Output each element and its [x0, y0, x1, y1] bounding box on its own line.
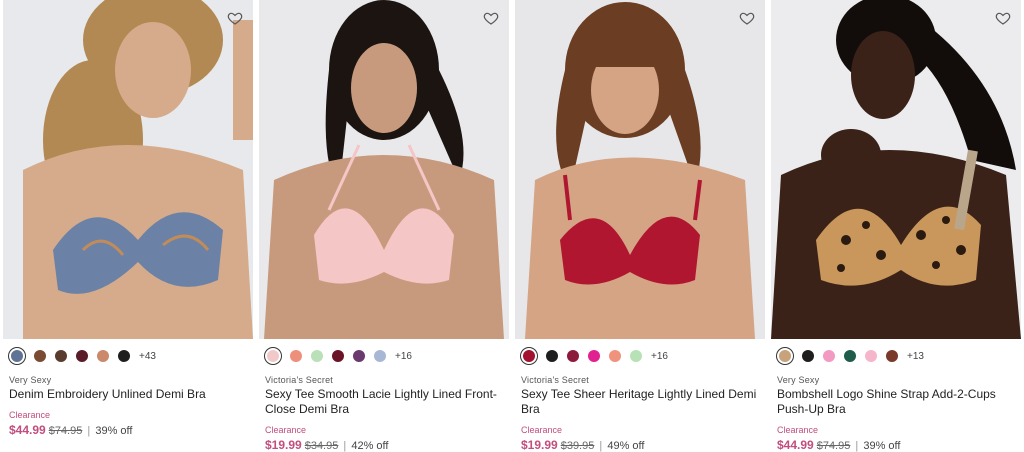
- color-swatch[interactable]: [802, 350, 814, 362]
- product-grid: +43 Very Sexy Denim Embroidery Unlined D…: [0, 0, 1024, 452]
- discount-label: 49% off: [607, 440, 645, 452]
- discount-label: 39% off: [863, 440, 901, 452]
- price-row: $19.99 $34.95 | 42% off: [265, 438, 509, 452]
- product-name[interactable]: Bombshell Logo Shine Strap Add-2-Cups Pu…: [777, 387, 1017, 417]
- price-row: $44.99 $74.95 | 39% off: [9, 423, 253, 437]
- price-separator: |: [84, 425, 94, 437]
- original-price: $74.95: [48, 425, 83, 437]
- more-colors-link[interactable]: +13: [907, 351, 924, 362]
- color-swatches: +16: [259, 341, 509, 371]
- sale-status: Clearance: [9, 410, 51, 420]
- color-swatch[interactable]: [630, 350, 642, 362]
- product-brand: Very Sexy: [777, 375, 820, 385]
- more-colors-link[interactable]: +43: [139, 351, 156, 362]
- more-colors-link[interactable]: +16: [395, 351, 412, 362]
- color-swatch[interactable]: [886, 350, 898, 362]
- color-swatch[interactable]: [865, 350, 877, 362]
- color-swatch[interactable]: [34, 350, 46, 362]
- color-swatch[interactable]: [374, 350, 386, 362]
- product-name[interactable]: Sexy Tee Sheer Heritage Lightly Lined De…: [521, 387, 761, 417]
- product-brand: Victoria's Secret: [521, 375, 589, 385]
- price-separator: |: [852, 440, 862, 452]
- color-swatch[interactable]: [11, 350, 23, 362]
- price-row: $44.99 $74.95 | 39% off: [777, 438, 1021, 452]
- color-swatches: +16: [515, 341, 765, 371]
- product-image[interactable]: [771, 0, 1021, 339]
- sale-price: $19.99: [521, 438, 558, 452]
- color-swatch[interactable]: [290, 350, 302, 362]
- price-separator: |: [596, 440, 606, 452]
- color-swatch[interactable]: [823, 350, 835, 362]
- product-card[interactable]: +43 Very Sexy Denim Embroidery Unlined D…: [0, 0, 256, 444]
- product-brand: Victoria's Secret: [265, 375, 333, 385]
- product-card[interactable]: +16 Victoria's Secret Sexy Tee Smooth La…: [256, 0, 512, 452]
- heart-outline-icon[interactable]: [739, 10, 755, 26]
- product-image[interactable]: [259, 0, 509, 339]
- sale-status: Clearance: [777, 425, 819, 435]
- sale-price: $44.99: [777, 438, 814, 452]
- original-price: $39.95: [560, 440, 595, 452]
- discount-label: 42% off: [351, 440, 389, 452]
- color-swatch[interactable]: [588, 350, 600, 362]
- product-name[interactable]: Denim Embroidery Unlined Demi Bra: [9, 387, 249, 402]
- color-swatches: +13: [771, 341, 1021, 371]
- original-price: $74.95: [816, 440, 851, 452]
- discount-label: 39% off: [95, 425, 133, 437]
- original-price: $34.95: [304, 440, 339, 452]
- color-swatch[interactable]: [353, 350, 365, 362]
- product-image[interactable]: [3, 0, 253, 339]
- product-name[interactable]: Sexy Tee Smooth Lacie Lightly Lined Fron…: [265, 387, 505, 417]
- color-swatch[interactable]: [55, 350, 67, 362]
- price-row: $19.99 $39.95 | 49% off: [521, 438, 765, 452]
- color-swatch[interactable]: [609, 350, 621, 362]
- product-image[interactable]: [515, 0, 765, 339]
- sale-status: Clearance: [521, 425, 563, 435]
- heart-outline-icon[interactable]: [483, 10, 499, 26]
- color-swatch[interactable]: [118, 350, 130, 362]
- product-card[interactable]: +13 Very Sexy Bombshell Logo Shine Strap…: [768, 0, 1024, 452]
- color-swatch[interactable]: [844, 350, 856, 362]
- color-swatch[interactable]: [523, 350, 535, 362]
- price-separator: |: [340, 440, 350, 452]
- color-swatch[interactable]: [76, 350, 88, 362]
- product-brand: Very Sexy: [9, 375, 52, 385]
- color-swatch[interactable]: [267, 350, 279, 362]
- sale-price: $44.99: [9, 423, 46, 437]
- color-swatch[interactable]: [779, 350, 791, 362]
- color-swatches: +43: [3, 341, 253, 371]
- heart-outline-icon[interactable]: [995, 10, 1011, 26]
- color-swatch[interactable]: [332, 350, 344, 362]
- color-swatch[interactable]: [567, 350, 579, 362]
- color-swatch[interactable]: [546, 350, 558, 362]
- more-colors-link[interactable]: +16: [651, 351, 668, 362]
- sale-price: $19.99: [265, 438, 302, 452]
- product-card[interactable]: +16 Victoria's Secret Sexy Tee Sheer Her…: [512, 0, 768, 452]
- color-swatch[interactable]: [97, 350, 109, 362]
- color-swatch[interactable]: [311, 350, 323, 362]
- sale-status: Clearance: [265, 425, 307, 435]
- heart-outline-icon[interactable]: [227, 10, 243, 26]
